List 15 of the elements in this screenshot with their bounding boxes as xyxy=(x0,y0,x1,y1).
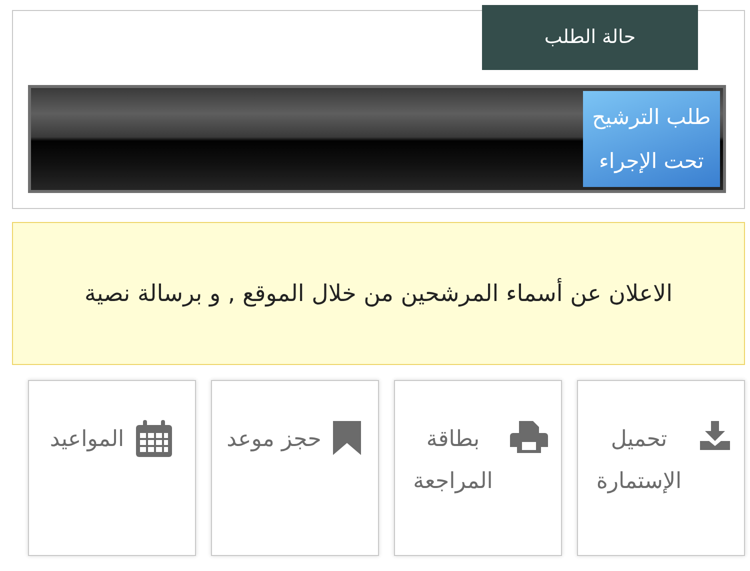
download-icon xyxy=(698,419,732,453)
action-label: المواعيد xyxy=(50,426,124,454)
action-card[interactable]: تحميل الإستمارة xyxy=(577,380,745,556)
notice-text: الاعلان عن أسماء المرشحين من خلال الموقع , و برسالة نصية xyxy=(84,264,672,322)
calendar-icon xyxy=(134,419,174,459)
action-card[interactable]: حجز موعد xyxy=(211,380,379,556)
action-card[interactable]: المواعيد xyxy=(28,380,196,556)
printer-icon xyxy=(509,419,549,455)
action-label: حجز موعد xyxy=(226,426,322,454)
status-tab[interactable]: حالة الطلب xyxy=(482,5,698,70)
action-label: تحميل الإستمارة xyxy=(595,426,683,496)
action-label: بطاقة المراجعة xyxy=(412,426,494,496)
action-card[interactable]: بطاقة المراجعة xyxy=(394,380,562,556)
progress-fill: طلب الترشيح تحت الإجراء xyxy=(582,91,720,187)
bookmark-icon xyxy=(331,419,364,455)
